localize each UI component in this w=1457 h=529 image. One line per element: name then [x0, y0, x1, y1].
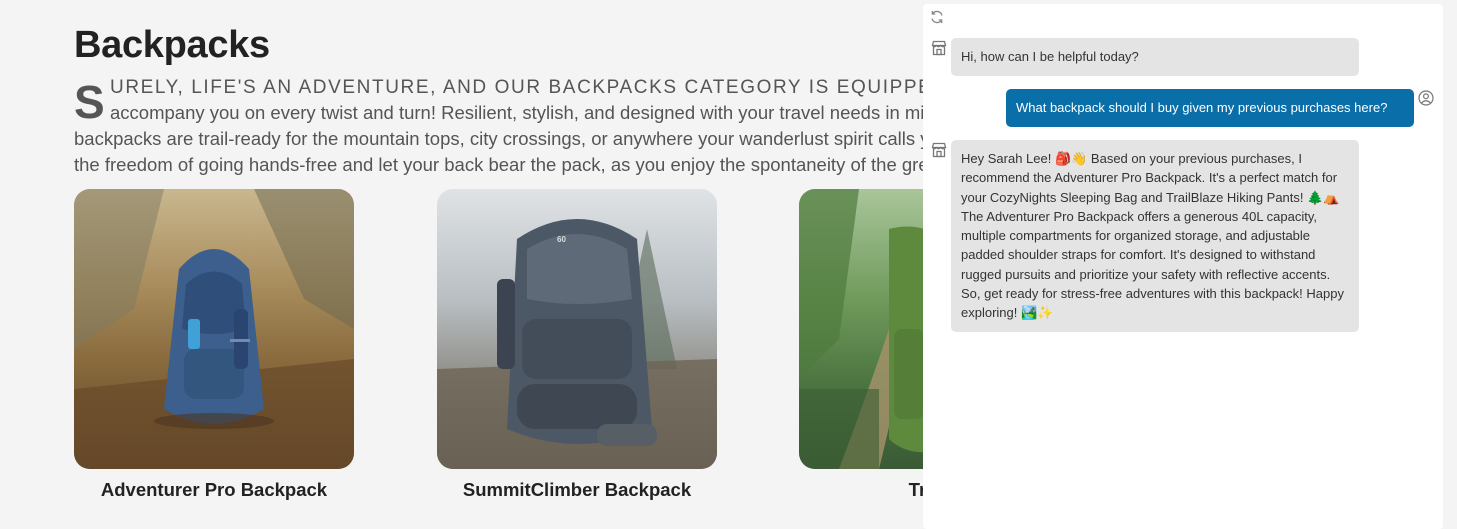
message-text: What backpack should I buy given my prev…: [1016, 100, 1388, 115]
message-line: padded shoulder straps for comfort. It's…: [961, 247, 1316, 263]
message-line: multiple compartments for organized stor…: [961, 228, 1311, 244]
product-image[interactable]: 60: [437, 189, 717, 469]
intro-line: the freedom of going hands-free and let …: [74, 154, 929, 175]
store-icon: [930, 39, 948, 57]
message-line: rugged pursuits and prioritize your safe…: [961, 266, 1331, 282]
message-line: So, get ready for stress-free adventures…: [961, 286, 1344, 302]
message-line: recommend the Adventurer Pro Backpack. I…: [961, 170, 1338, 186]
message-line: The Adventurer Pro Backpack offers a gen…: [961, 208, 1318, 224]
product-card[interactable]: 60 SummitClimber Backpack: [437, 189, 717, 501]
product-card[interactable]: Adventurer Pro Backpack: [74, 189, 354, 501]
page-title: Backpacks: [74, 24, 270, 66]
message-line: Hey Sarah Lee! 🎒👋 Based on your previous…: [961, 151, 1302, 166]
intro-dropcap: S: [74, 76, 105, 128]
intro-line: backpacks are trail-ready for the mounta…: [74, 128, 930, 149]
bot-message: Hey Sarah Lee! 🎒👋 Based on your previous…: [951, 140, 1359, 332]
refresh-icon[interactable]: [929, 9, 945, 25]
product-name[interactable]: Adventurer Pro Backpack: [74, 479, 354, 501]
message-text: Hi, how can I be helpful today?: [961, 49, 1139, 64]
intro-line: URELY, LIFE'S AN ADVENTURE, AND OUR BACK…: [110, 77, 968, 98]
product-name[interactable]: SummitClimber Backpack: [437, 479, 717, 501]
product-image[interactable]: [74, 189, 354, 469]
chat-panel: Hi, how can I be helpful today? What bac…: [923, 4, 1443, 529]
user-circle-icon: [1418, 90, 1434, 106]
bot-message: Hi, how can I be helpful today?: [951, 38, 1359, 76]
svg-text:60: 60: [557, 235, 566, 244]
store-icon: [930, 141, 948, 159]
user-message: What backpack should I buy given my prev…: [1006, 89, 1414, 127]
intro-line: accompany you on every twist and turn! R…: [110, 102, 935, 123]
message-line: your CozyNights Sleeping Bag and TrailBl…: [961, 189, 1340, 205]
message-line: exploring! 🏞️✨: [961, 305, 1054, 321]
